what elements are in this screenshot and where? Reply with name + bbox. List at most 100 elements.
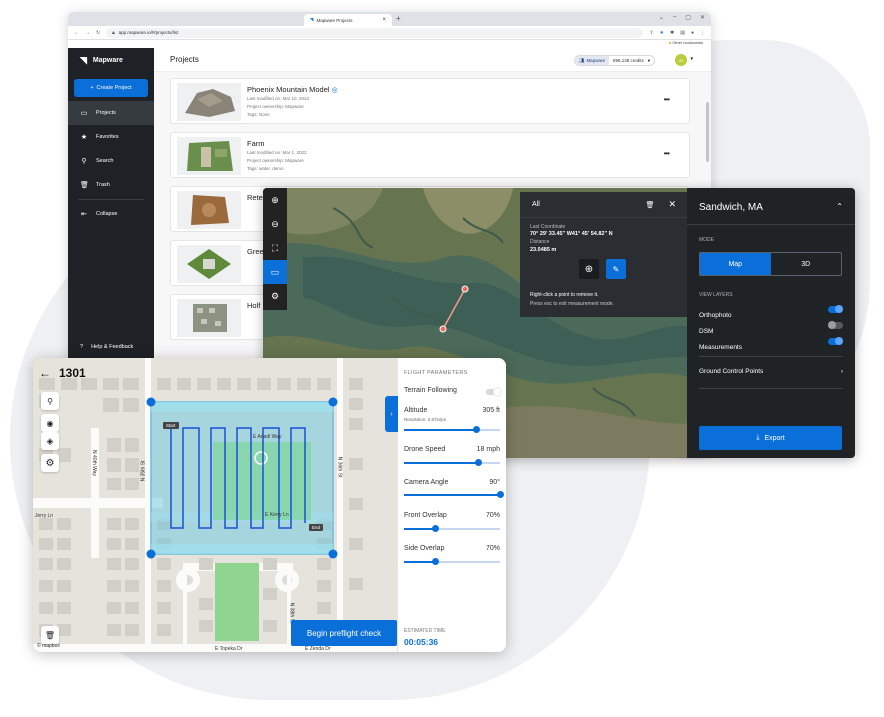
tab-all[interactable]: All	[532, 201, 540, 208]
begin-preflight-button[interactable]: Begin preflight check	[291, 620, 397, 646]
avatar[interactable]: JD	[675, 54, 687, 66]
sidebar-item-collapse[interactable]: ⇤ Collapse	[68, 202, 154, 226]
angle-label: Camera Angle	[404, 479, 449, 486]
end-marker: End	[309, 524, 324, 531]
users-icon: 👥︎	[578, 57, 585, 63]
side-overlap-slider[interactable]	[404, 558, 500, 565]
altitude-slider[interactable]	[404, 426, 500, 433]
front-overlap-slider[interactable]	[404, 525, 500, 532]
back-arrow-icon[interactable]: ←	[39, 366, 51, 380]
sidebar-item-favorites[interactable]: ★ Favorites	[68, 125, 154, 149]
settings-gear-icon[interactable]: ⚙	[41, 454, 59, 472]
delete-icon[interactable]: 🗑︎	[41, 626, 59, 644]
url-input[interactable]: 🔒︎ app.mapware.io/#/projects/list	[106, 27, 644, 38]
fit-extent-icon[interactable]: ⛶	[263, 236, 287, 260]
zoom-out-icon[interactable]: ⊖	[263, 212, 287, 236]
slider-knob[interactable]	[496, 491, 504, 498]
speed-slider[interactable]	[404, 459, 500, 466]
help-feedback-link[interactable]: ? Help & Feedback	[80, 344, 133, 350]
mode-label: MODE	[699, 237, 714, 243]
slider-knob[interactable]	[472, 426, 480, 433]
create-project-button[interactable]: + Create Project	[74, 79, 148, 97]
terrain-label: Terrain Following	[404, 387, 457, 394]
add-point-button[interactable]: ⊕	[579, 259, 599, 279]
project-modified: Last modified on: Mar 1, 2022	[247, 150, 307, 155]
close-tab-icon[interactable]: ×	[382, 17, 386, 23]
location-title: Sandwich, MA	[699, 202, 763, 213]
gcp-row[interactable]: Ground Control Points ›	[699, 368, 843, 375]
mode-map-button[interactable]: Map	[700, 253, 771, 275]
measurements-toggle[interactable]	[828, 337, 843, 345]
zoom-in-icon[interactable]: ⊕	[263, 188, 287, 212]
flight-parameters-panel: FLIGHT PARAMETERS Terrain Following Alti…	[398, 358, 506, 652]
slider-knob[interactable]	[432, 525, 440, 532]
back-icon[interactable]: ←	[74, 30, 79, 36]
green-site-image	[187, 249, 231, 279]
close-icon[interactable]: ✕	[668, 199, 676, 210]
browser-tab[interactable]: ◥ Mapware Projects ×	[304, 14, 392, 26]
coord-label: Last Coordinate	[530, 224, 566, 230]
forward-icon[interactable]: →	[85, 30, 90, 36]
credits-selector[interactable]: 👥︎ Mapware 896,138 credits ▾	[573, 55, 655, 66]
mode-toggle: Map 3D	[699, 252, 842, 276]
share-icon[interactable]: ⇪	[649, 30, 653, 36]
maximize-icon[interactable]: ▢	[685, 14, 691, 21]
delete-icon[interactable]: 🗑︎	[646, 201, 655, 209]
brand[interactable]: ◥ Mapware	[68, 48, 154, 72]
estimated-time-label: ESTIMATED TIME	[404, 628, 446, 634]
project-menu-icon[interactable]: •••	[664, 95, 670, 104]
project-ownership: Project ownership: Mapware	[247, 104, 304, 109]
sidebar-item-search[interactable]: ⚲ Search	[68, 149, 154, 173]
edit-button[interactable]: ✎	[606, 259, 626, 279]
layers-icon[interactable]: ◈	[41, 432, 59, 450]
bookmark-star-icon[interactable]: ★	[660, 30, 664, 36]
mode-3d-button[interactable]: 3D	[771, 253, 842, 275]
street-label: N 35th St	[140, 460, 147, 482]
close-window-icon[interactable]: ✕	[700, 14, 705, 21]
layer-dsm: DSM	[699, 320, 855, 335]
angle-row: Camera Angle 90°	[404, 479, 500, 486]
sidebar: ◥ Mapware + Create Project ▭ Projects ★ …	[68, 48, 154, 372]
collapse-chevron-icon[interactable]: ⌃	[836, 202, 843, 211]
orthophoto-toggle[interactable]	[828, 305, 843, 313]
slider-knob[interactable]	[432, 558, 440, 565]
reload-icon[interactable]: ↻	[96, 30, 100, 36]
export-button[interactable]: ⤓ Export	[699, 426, 842, 450]
mission-header: ← 1301	[39, 364, 99, 382]
avatar-chevron-icon[interactable]: ▾	[690, 56, 693, 62]
chevron-down-icon[interactable]: ⌄	[659, 14, 664, 21]
angle-slider[interactable]	[404, 491, 504, 498]
front-overlap-value: 70%	[485, 512, 500, 519]
menu-kebab-icon[interactable]: ⋮	[700, 30, 705, 36]
other-bookmarks[interactable]: Other bookmarks	[672, 40, 703, 45]
street-label: N 36th St	[336, 456, 343, 478]
star-icon: ★	[80, 134, 88, 141]
minimize-icon[interactable]: –	[673, 14, 676, 21]
profile-icon[interactable]: ●	[691, 30, 694, 36]
collapse-icon: ⇤	[81, 211, 87, 218]
collapse-panel-button[interactable]: ›	[385, 396, 398, 432]
sidepanel-icon[interactable]: ▤	[680, 30, 685, 36]
sidebar-divider	[78, 199, 144, 200]
slider-knob[interactable]	[475, 459, 483, 466]
sidebar-item-projects[interactable]: ▭ Projects	[68, 101, 154, 125]
scrollbar[interactable]	[706, 102, 709, 162]
project-menu-icon[interactable]: •••	[664, 149, 670, 158]
project-card[interactable]: Phoenix Mountain Model ◎ Last modified o…	[170, 78, 690, 124]
settings-gear-icon[interactable]: ⚙	[263, 284, 287, 308]
dsm-toggle[interactable]	[828, 321, 843, 329]
map-side-panel: Sandwich, MA ⌃ MODE Map 3D VIEW LAYERS O…	[687, 188, 855, 458]
front-overlap-label: Front Overlap	[404, 512, 447, 519]
terrain-toggle[interactable]	[486, 388, 501, 396]
search-icon[interactable]: ⚲	[41, 392, 59, 410]
project-card[interactable]: Farm Last modified on: Mar 1, 2022 Proje…	[170, 132, 690, 178]
quarry-image	[191, 195, 229, 225]
mapbox-attribution: © mapbox	[37, 643, 60, 649]
new-tab-icon[interactable]: +	[396, 14, 401, 23]
extensions-icon[interactable]: ✱	[670, 30, 674, 36]
verified-icon: ◎	[331, 87, 338, 94]
sidebar-item-trash[interactable]: 🗑︎ Trash	[68, 173, 154, 197]
ruler-icon[interactable]: ▭	[263, 260, 287, 284]
params-title: FLIGHT PARAMETERS	[404, 370, 468, 376]
locate-icon[interactable]: ◉	[41, 414, 59, 432]
